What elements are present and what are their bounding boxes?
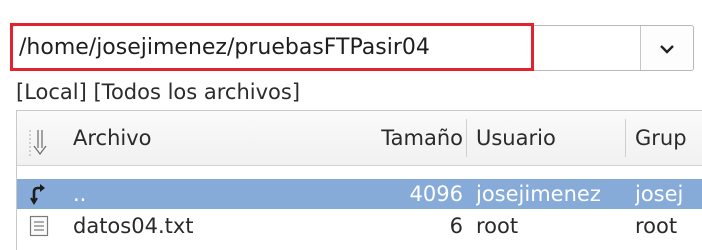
file-name: .. [73,182,87,206]
path-combo[interactable] [12,25,694,71]
file-user: josejimenez [476,182,601,206]
column-separator [466,119,467,157]
file-table[interactable]: Archivo Tamaño Usuario Grup .. 4096 jose… [16,110,702,250]
column-header-tamano[interactable]: Tamaño [355,111,463,165]
column-header-usuario[interactable]: Usuario [476,111,616,165]
sort-toggle-button[interactable] [17,111,61,165]
column-header-grupo[interactable]: Grup [635,111,702,165]
table-row[interactable]: .. 4096 josejimenez josej [17,179,702,209]
chevron-down-icon [659,39,675,58]
table-header: Archivo Tamaño Usuario Grup [17,111,702,166]
file-size: 4096 [409,182,463,206]
file-group: root [635,214,678,238]
file-group: josej [635,182,684,206]
file-size: 6 [449,214,463,238]
column-separator [625,119,626,157]
path-dropdown-button[interactable] [640,26,693,70]
file-name: datos04.txt [73,214,194,238]
column-header-archivo[interactable]: Archivo [73,111,353,165]
table-row[interactable]: datos04.txt 6 root root [17,211,702,241]
sort-toggle-icon [25,124,51,165]
file-user: root [476,214,519,238]
filter-label: [Local] [Todos los archivos] [16,80,301,104]
text-file-icon [27,214,51,238]
path-input[interactable] [13,26,640,70]
parent-folder-icon [27,182,51,206]
